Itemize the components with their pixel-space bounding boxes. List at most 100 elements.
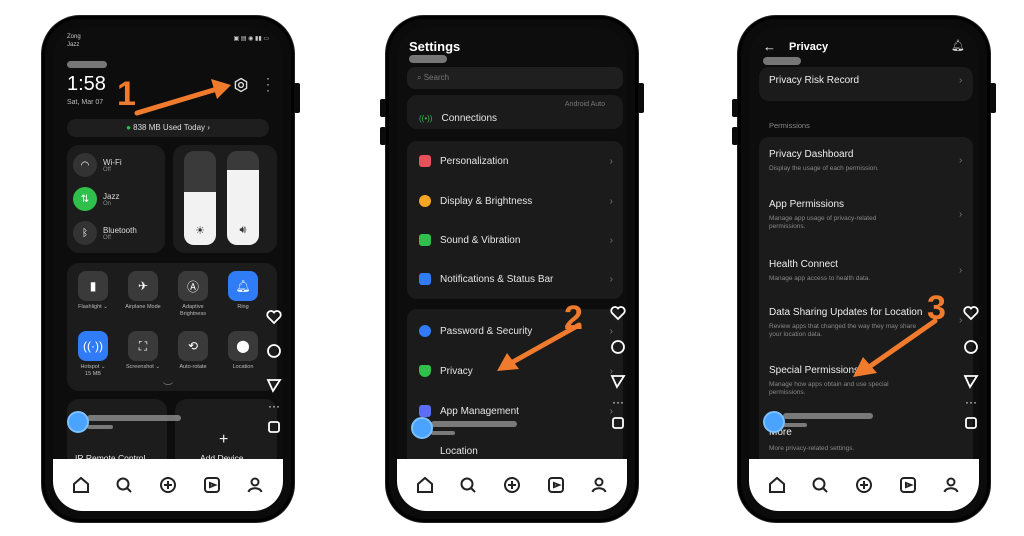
comment-icon[interactable] xyxy=(266,343,282,359)
location-pin-icon: ⬤ xyxy=(228,331,258,361)
blurred-username xyxy=(87,415,181,421)
search-icon[interactable] xyxy=(114,475,134,495)
brightness-slider[interactable]: ☀ xyxy=(184,151,216,245)
adaptive-brightness-tile[interactable]: Ⓐ Adaptive Brightness xyxy=(171,271,215,318)
step-1-arrow xyxy=(134,79,231,116)
flashlight-tile[interactable]: ▮ Flashlight ⌄ xyxy=(71,271,115,311)
share-icon[interactable] xyxy=(963,373,979,389)
avatar xyxy=(763,411,785,433)
more-menu-icon[interactable]: · · · xyxy=(266,72,270,96)
sun-icon xyxy=(419,195,431,207)
avatar xyxy=(67,411,89,433)
search-icon[interactable] xyxy=(810,475,830,495)
profile-icon[interactable] xyxy=(941,475,961,495)
more-dots-icon[interactable]: ··· xyxy=(965,396,977,408)
app-management-row[interactable]: App Management › xyxy=(407,403,623,419)
shield-icon xyxy=(419,365,431,377)
share-icon[interactable] xyxy=(610,373,626,389)
share-icon[interactable] xyxy=(266,377,282,393)
auto-rotate-tile[interactable]: ⟲ Auto-rotate xyxy=(171,331,215,371)
privacy-dashboard-row[interactable]: Privacy Dashboard Display the usage of e… xyxy=(759,143,973,187)
comment-icon[interactable] xyxy=(610,339,626,355)
profile-icon[interactable] xyxy=(245,475,265,495)
screenshot-icon: ⛶ xyxy=(128,331,158,361)
post-actions: ··· xyxy=(963,305,979,431)
home-icon[interactable] xyxy=(767,475,787,495)
more-row[interactable]: More More privacy-related settings. xyxy=(759,423,973,463)
heart-icon[interactable] xyxy=(266,309,282,325)
bell-icon xyxy=(419,234,431,246)
app-permissions-row[interactable]: App Permissions Manage app usage of priv… xyxy=(759,193,973,245)
bluetooth-toggle[interactable]: ᛒ Bluetooth Off xyxy=(73,221,137,245)
ring-tile[interactable]: 🔔︎ Ring xyxy=(221,271,265,311)
save-icon[interactable] xyxy=(266,419,282,435)
heart-icon[interactable] xyxy=(610,305,626,321)
save-icon[interactable] xyxy=(610,415,626,431)
blurred-username xyxy=(431,421,517,427)
comment-icon[interactable] xyxy=(963,339,979,355)
hotspot-icon: ((·)) xyxy=(78,331,108,361)
volume-icon: 🔊︎ xyxy=(239,224,247,236)
airplane-tile[interactable]: ✈ Airplane Mode xyxy=(121,271,165,311)
search-icon[interactable] xyxy=(458,475,478,495)
adaptive-brightness-icon: Ⓐ xyxy=(178,271,208,301)
blurred-caption xyxy=(431,431,455,435)
reels-icon[interactable] xyxy=(898,475,918,495)
volume-slider[interactable]: 🔊︎ xyxy=(227,151,259,245)
location-tile[interactable]: ⬤ Location xyxy=(221,331,265,371)
create-icon[interactable] xyxy=(502,475,522,495)
post-actions: ··· xyxy=(610,305,626,431)
bluetooth-icon: ᛒ xyxy=(73,221,97,245)
wifi-toggle[interactable]: ◠ Wi-Fi Off xyxy=(73,153,122,177)
step-2-arrow xyxy=(497,322,582,371)
mobile-data-icon: ⇅ xyxy=(73,187,97,211)
back-arrow-icon[interactable]: ← xyxy=(763,39,776,54)
location-row[interactable]: Location xyxy=(407,443,623,459)
create-icon[interactable] xyxy=(854,475,874,495)
search-input[interactable]: ⌕ Search xyxy=(407,67,623,89)
airplane-icon: ✈ xyxy=(128,271,158,301)
save-icon[interactable] xyxy=(963,415,979,431)
connections-icon: ((•)) xyxy=(419,113,433,123)
mobile-data-toggle[interactable]: ⇅ Jazz On xyxy=(73,187,119,211)
sound-vibration-row[interactable]: Sound & Vibration › xyxy=(407,232,623,248)
apps-grid-icon xyxy=(419,405,431,417)
profile-icon[interactable] xyxy=(589,475,609,495)
location-icon xyxy=(419,445,431,457)
phone-privacy: ← Privacy 🔔︎ Privacy Risk Record › Permi… xyxy=(732,16,996,522)
hotspot-tile[interactable]: ((·)) Hotspot ⌄ 15 MB xyxy=(71,331,115,378)
personalization-row[interactable]: Personalization › xyxy=(407,153,623,169)
bottom-nav xyxy=(397,459,627,511)
risk-record-label: Privacy Risk Record xyxy=(769,75,860,86)
display-brightness-row[interactable]: Display & Brightness › xyxy=(407,193,623,209)
status-icons: ▣ ▤ ◉ ▮▮ ▭ xyxy=(233,36,269,42)
reels-icon[interactable] xyxy=(202,475,222,495)
blurred-text xyxy=(67,61,107,68)
connections-row[interactable]: ((•)) Connections Android Auto xyxy=(407,101,623,125)
more-dots-icon[interactable]: ··· xyxy=(268,400,280,412)
screenshot-tile[interactable]: ⛶ Screenshot ⌄ xyxy=(121,331,165,371)
chevron-right-icon: › xyxy=(959,75,963,86)
more-dots-icon[interactable]: ··· xyxy=(612,396,624,408)
carrier-info: Zong Jazz xyxy=(67,34,81,48)
post-actions: ··· xyxy=(266,309,282,435)
notifications-row[interactable]: Notifications & Status Bar › xyxy=(407,271,623,287)
home-icon[interactable] xyxy=(415,475,435,495)
lock-icon xyxy=(419,325,431,337)
home-icon[interactable] xyxy=(71,475,91,495)
avatar xyxy=(411,417,433,439)
page-title: Settings xyxy=(409,39,461,54)
reels-icon[interactable] xyxy=(546,475,566,495)
brightness-icon: ☀ xyxy=(195,225,205,237)
rotate-icon: ⟲ xyxy=(178,331,208,361)
clock-date: Sat, Mar 07 xyxy=(67,99,104,106)
personalization-icon xyxy=(419,155,431,167)
data-icon: ● xyxy=(126,123,131,132)
bottom-nav xyxy=(53,459,283,511)
create-icon[interactable] xyxy=(158,475,178,495)
blurred-text xyxy=(409,55,447,63)
expand-chevron-icon[interactable]: ︶ xyxy=(163,379,173,394)
notification-bell-icon[interactable]: 🔔︎ xyxy=(951,39,965,52)
blurred-text xyxy=(763,57,801,65)
heart-icon[interactable] xyxy=(963,305,979,321)
